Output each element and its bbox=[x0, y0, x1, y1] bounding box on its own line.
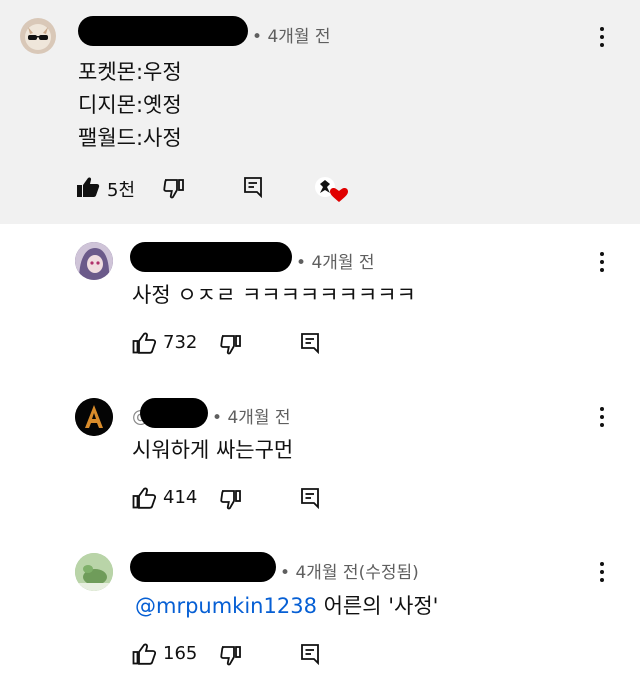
comment-line: 디지몬:옛정 bbox=[78, 93, 182, 117]
comment-time: • 4개월 전 bbox=[212, 408, 291, 428]
comment-text: 시워하게 싸는구먼 bbox=[132, 438, 294, 462]
dislike-icon[interactable] bbox=[163, 177, 187, 199]
creator-heart-icon bbox=[314, 176, 348, 204]
comment-time: • 4개월 전(수정됨) bbox=[280, 563, 419, 583]
redacted-username bbox=[130, 242, 292, 272]
redacted-username bbox=[140, 398, 208, 428]
like-count: 414 bbox=[163, 487, 198, 508]
mention-link[interactable]: @mrpumkin1238 bbox=[135, 594, 317, 618]
like-icon[interactable] bbox=[76, 176, 100, 198]
like-icon[interactable] bbox=[132, 332, 156, 354]
dislike-icon[interactable] bbox=[220, 333, 244, 355]
dislike-icon[interactable] bbox=[220, 488, 244, 510]
comment-line: 포켓몬:우정 bbox=[78, 60, 182, 84]
reply-icon[interactable] bbox=[300, 332, 320, 354]
avatar[interactable] bbox=[20, 18, 56, 54]
avatar[interactable] bbox=[75, 553, 113, 591]
redacted-username bbox=[130, 552, 276, 582]
comment-line: 팰월드:사정 bbox=[78, 126, 182, 150]
comment-time: • 4개월 전 bbox=[252, 27, 331, 47]
dislike-icon[interactable] bbox=[220, 644, 244, 666]
comment-text: @mrpumkin1238 어른의 '사정' bbox=[135, 594, 439, 618]
like-count: 732 bbox=[163, 332, 198, 353]
redacted-username bbox=[78, 16, 248, 46]
like-icon[interactable] bbox=[132, 487, 156, 509]
more-vert-icon[interactable] bbox=[592, 22, 612, 52]
reply-icon[interactable] bbox=[300, 487, 320, 509]
like-icon[interactable] bbox=[132, 643, 156, 665]
more-vert-icon[interactable] bbox=[592, 247, 612, 277]
reply-icon[interactable] bbox=[300, 643, 320, 665]
more-vert-icon[interactable] bbox=[592, 402, 612, 432]
reply-icon[interactable] bbox=[243, 176, 263, 198]
avatar[interactable] bbox=[75, 242, 113, 280]
comment-text: 사정 ㅇㅈㄹ ㅋㅋㅋㅋㅋㅋㅋㅋㅋ bbox=[132, 283, 416, 307]
like-count: 5천 bbox=[107, 180, 136, 201]
like-count: 165 bbox=[163, 643, 198, 664]
comment-time: • 4개월 전 bbox=[296, 253, 375, 273]
more-vert-icon[interactable] bbox=[592, 557, 612, 587]
avatar[interactable] bbox=[75, 398, 113, 436]
